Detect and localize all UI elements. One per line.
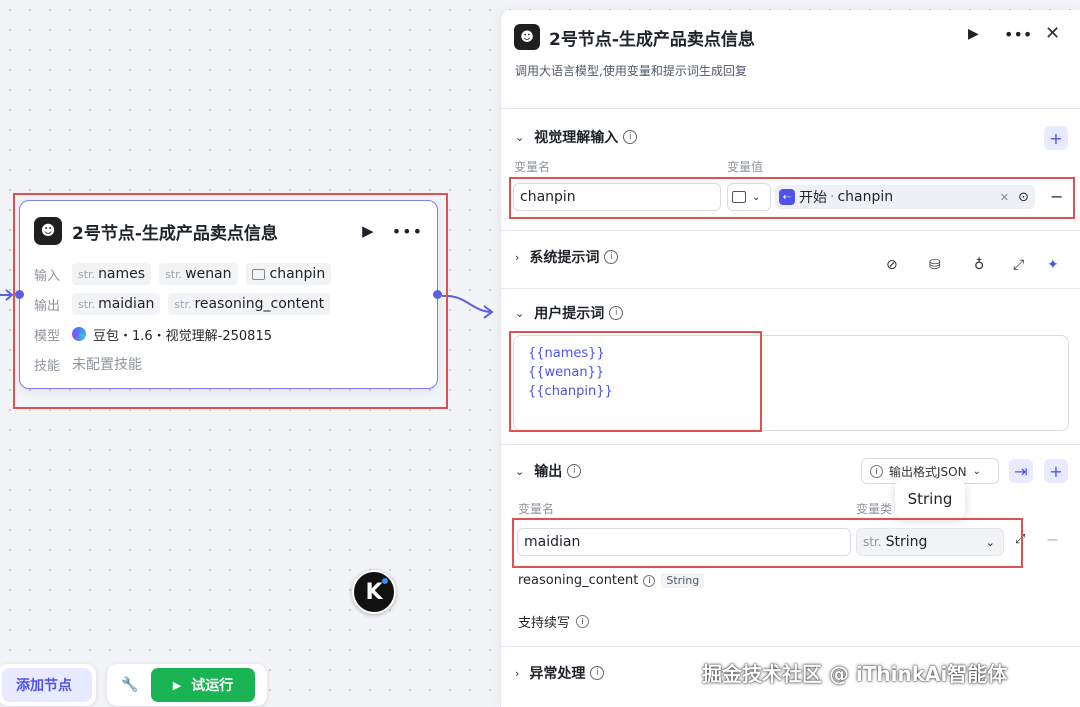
info-icon: i [604, 250, 619, 264]
system-prompt-header[interactable]: › 系统提示词 i [515, 245, 619, 269]
test-run-button[interactable]: ▶ 试运行 [151, 668, 255, 702]
import-output-button[interactable]: ⇥ [1009, 459, 1033, 483]
compass-icon[interactable]: ⊘ [886, 257, 898, 273]
continue-writing-label: 支持续写 [518, 616, 571, 631]
info-icon: i [623, 130, 638, 144]
col-var-name: 变量名 [514, 160, 551, 174]
expand-icon[interactable]: ⤢ [1013, 257, 1024, 273]
chevron-down-icon: ⌄ [515, 306, 525, 320]
run-node-icon[interactable]: ▶ [968, 26, 979, 42]
highlight-box-prompt [509, 331, 762, 432]
col-var-name: 变量名 [518, 502, 555, 516]
divider [501, 230, 1080, 231]
divider [501, 444, 1080, 445]
divider [501, 108, 1080, 109]
ai-sparkle-icon[interactable]: ✦ [1047, 257, 1059, 273]
chevron-down-icon: ⌄ [515, 130, 525, 144]
chevron-down-icon: ⌄ [972, 465, 981, 477]
user-prompt-header[interactable]: ⌄ 用户提示词 i [515, 301, 624, 325]
k-avatar-badge[interactable]: K [352, 570, 396, 614]
library-icon[interactable]: ⛁ [929, 257, 941, 273]
continue-writing-row: 支持续写 i [518, 612, 590, 631]
divider [501, 646, 1080, 647]
watermark: 掘金技术社区 @ iThinkAi智能体 [702, 662, 1008, 686]
error-handling-header[interactable]: › 异常处理 i [515, 661, 605, 685]
visual-input-header[interactable]: ⌄ 视觉理解输入 i [515, 125, 638, 149]
type-tag: String [661, 573, 705, 588]
add-node-button[interactable]: 添加节点 [2, 668, 92, 702]
col-var-value: 变量值 [727, 160, 764, 174]
info-icon: i [576, 615, 590, 628]
type-tooltip: String [895, 480, 965, 518]
highlight-box-node [13, 193, 448, 409]
remove-row-icon[interactable]: − [1046, 530, 1059, 549]
info-icon: i [609, 306, 624, 320]
info-icon: i [870, 464, 883, 478]
run-bar: 🔧 ▶ 试运行 [107, 664, 267, 706]
output-header[interactable]: ⌄ 输出 i [515, 459, 582, 483]
chevron-down-icon: ⌄ [515, 464, 525, 478]
chevron-right-icon: › [515, 250, 520, 264]
lightbulb-icon[interactable]: ♁ [974, 257, 984, 273]
llm-logo-icon: ☻ [514, 24, 540, 50]
info-icon: i [567, 464, 582, 478]
add-output-button[interactable]: + [1044, 459, 1068, 483]
add-visual-input-button[interactable]: + [1044, 126, 1068, 150]
chevron-right-icon: › [515, 666, 520, 680]
highlight-box-visual [509, 177, 1075, 219]
reasoning-output-row: reasoning_content i String [518, 573, 705, 588]
info-icon: i [643, 574, 656, 587]
close-icon[interactable]: ✕ [1045, 23, 1060, 44]
node-config-panel: ☻ 2号节点-生成产品卖点信息 调用大语言模型,使用变量和提示词生成回复 ▶ •… [500, 10, 1080, 707]
highlight-box-output [512, 518, 1023, 568]
panel-subtitle: 调用大语言模型,使用变量和提示词生成回复 [515, 64, 747, 78]
divider [501, 288, 1080, 289]
reasoning-var-name: reasoning_content [518, 573, 639, 588]
add-node-bar: 添加节点 [0, 664, 96, 706]
info-icon: i [590, 666, 605, 680]
panel-header: ☻ 2号节点-生成产品卖点信息 调用大语言模型,使用变量和提示词生成回复 ▶ •… [501, 10, 1080, 92]
col-var-type: 变量类 [856, 502, 893, 516]
more-icon[interactable]: ••• [1004, 25, 1032, 44]
wrench-icon[interactable]: 🔧 [121, 677, 151, 693]
panel-title: 2号节点-生成产品卖点信息 [549, 30, 755, 50]
